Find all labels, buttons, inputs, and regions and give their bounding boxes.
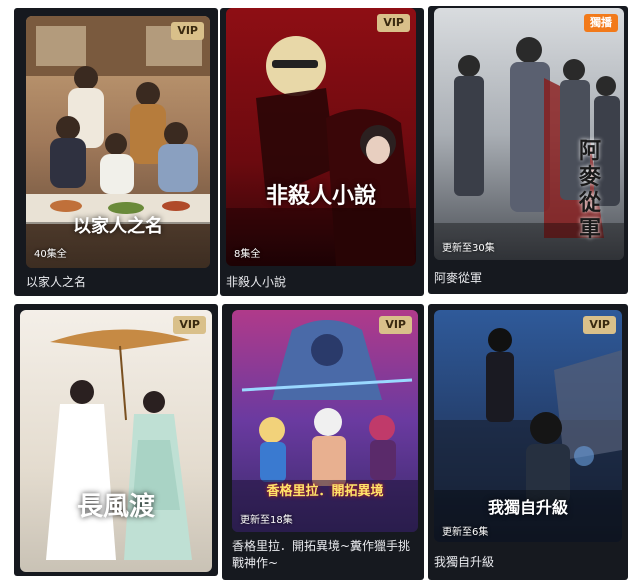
- episode-count: 更新至6集: [442, 527, 489, 538]
- poster-title-text: 我獨自升級: [487, 498, 568, 517]
- poster-image-6[interactable]: 我獨自升級 更新至6集 VIP: [434, 310, 622, 542]
- poster-title-text: 長風渡: [76, 492, 155, 522]
- drama-title[interactable]: 以家人之名: [26, 274, 212, 291]
- drama-title[interactable]: 我獨自升級: [434, 554, 622, 571]
- episode-count: 40集全: [34, 249, 67, 260]
- drama-title[interactable]: 阿麥從軍: [434, 270, 622, 287]
- drama-card-1[interactable]: 以家人之名 40集全 VIP 以家人之名: [14, 8, 218, 296]
- exclusive-badge: 獨播: [584, 14, 618, 32]
- poster-art-thriller: [226, 8, 416, 266]
- drama-title[interactable]: 香格里拉．開拓異境~糞作獵手挑戰神作~: [232, 538, 418, 572]
- vip-badge: VIP: [377, 14, 410, 32]
- episode-count: 8集全: [234, 249, 261, 260]
- vip-badge: VIP: [379, 316, 412, 334]
- drama-card-3[interactable]: 阿麥從軍 更新至30集 獨播 阿麥從軍: [428, 6, 628, 294]
- episode-count: 更新至30集: [442, 243, 495, 254]
- vip-badge: VIP: [171, 22, 204, 40]
- drama-card-6[interactable]: 我獨自升級 更新至6集 VIP 我獨自升級: [428, 304, 628, 580]
- poster-image-2[interactable]: 非殺人小說 8集全 VIP: [226, 8, 416, 266]
- poster-title-text: 阿麥從軍: [578, 138, 601, 242]
- drama-card-5[interactable]: 香格里拉．開拓異境 更新至18集 VIP 香格里拉．開拓異境~糞作獵手挑戰神作~: [222, 304, 424, 580]
- drama-card-4[interactable]: 長風渡 VIP: [14, 304, 218, 576]
- episode-count: 更新至18集: [240, 515, 293, 526]
- poster-image-1[interactable]: 以家人之名 40集全 VIP: [26, 16, 210, 268]
- vip-badge: VIP: [173, 316, 206, 334]
- poster-image-4[interactable]: 長風渡 VIP: [20, 310, 212, 572]
- poster-title-text: 非殺人小說: [265, 183, 376, 209]
- poster-image-5[interactable]: 香格里拉．開拓異境 更新至18集 VIP: [232, 310, 418, 532]
- drama-title[interactable]: 非殺人小說: [226, 274, 418, 291]
- poster-title-text: 香格里拉．開拓異境: [266, 484, 384, 499]
- poster-art-costume: [20, 310, 212, 572]
- poster-image-3[interactable]: 阿麥從軍 更新至30集 獨播: [434, 8, 624, 260]
- vip-badge: VIP: [583, 316, 616, 334]
- poster-title-text: 以家人之名: [73, 216, 163, 237]
- drama-card-2[interactable]: 非殺人小說 8集全 VIP 非殺人小說: [220, 8, 424, 296]
